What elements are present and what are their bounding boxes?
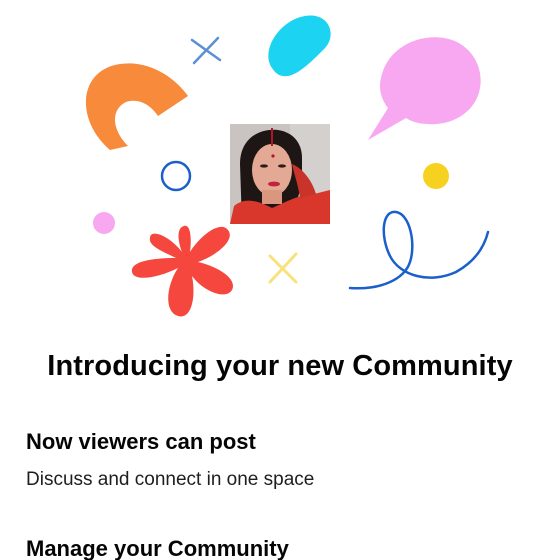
pink-dot xyxy=(93,212,115,234)
orange-arch-shape xyxy=(85,63,188,150)
flower-shape xyxy=(131,225,234,317)
yellow-dot xyxy=(423,163,449,189)
speech-bubble-icon xyxy=(368,37,481,140)
community-intro-screen: Introducing your new Community Now viewe… xyxy=(0,0,560,560)
cross-mark-icon xyxy=(190,36,222,65)
circle-outline-icon xyxy=(160,160,192,192)
cyan-blob-shape xyxy=(268,15,331,77)
feature-heading-manage-community: Manage your Community xyxy=(26,536,289,560)
feature-heading-viewers-post: Now viewers can post xyxy=(26,429,256,454)
feature-description-viewers-post: Discuss and connect in one space xyxy=(26,469,315,490)
profile-photo xyxy=(230,124,330,224)
page-title: Introducing your new Community xyxy=(47,350,513,382)
yellow-cross-icon xyxy=(268,252,298,284)
squiggle-line xyxy=(348,210,490,290)
